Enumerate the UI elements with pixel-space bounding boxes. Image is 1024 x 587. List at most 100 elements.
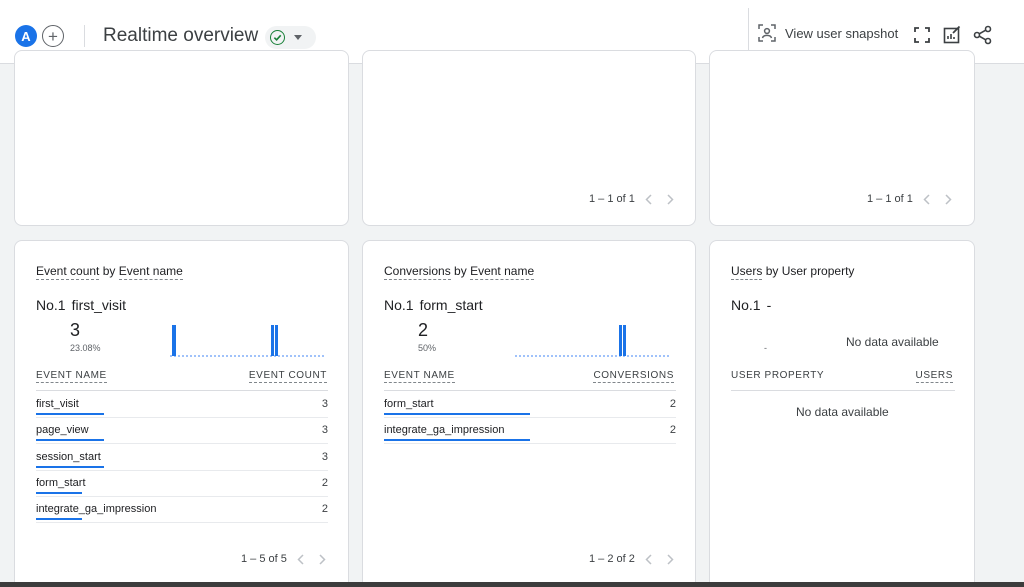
chevron-left-icon[interactable] bbox=[641, 193, 657, 205]
row-name[interactable]: session_start bbox=[36, 451, 101, 463]
column-header-user-property[interactable]: USER PROPERTY bbox=[731, 370, 824, 381]
top-item-percent: 50% bbox=[418, 343, 437, 353]
rank-label: No.1 bbox=[731, 297, 761, 313]
table-row[interactable]: integrate_ga_impression 2 bbox=[384, 418, 676, 445]
chevron-right-icon[interactable] bbox=[315, 553, 331, 565]
row-name[interactable]: first_visit bbox=[36, 398, 79, 410]
card-top-middle: 1 – 1 of 1 bbox=[362, 50, 696, 226]
row-name[interactable]: page_view bbox=[36, 424, 89, 436]
row-value: 2 bbox=[321, 476, 328, 489]
row-name[interactable]: integrate_ga_impression bbox=[36, 503, 156, 515]
pager: 1 – 1 of 1 bbox=[589, 193, 679, 205]
title-by: by bbox=[765, 264, 779, 278]
table-row[interactable]: form_start 2 bbox=[36, 471, 328, 497]
column-header-event-name[interactable]: EVENT NAME bbox=[384, 370, 455, 383]
no-data-message: No data available bbox=[846, 335, 939, 349]
chevron-left-icon[interactable] bbox=[919, 193, 935, 205]
header-divider bbox=[731, 390, 955, 391]
plus-icon: + bbox=[48, 26, 58, 46]
row-name[interactable]: form_start bbox=[36, 477, 86, 489]
chevron-right-icon[interactable] bbox=[941, 193, 957, 205]
column-header-conversions[interactable]: CONVERSIONS bbox=[593, 370, 674, 383]
page-title: Realtime overview bbox=[103, 25, 259, 46]
table-row[interactable]: integrate_ga_impression 2 bbox=[36, 497, 328, 524]
top-item-name: first_visit bbox=[71, 297, 127, 313]
placeholder-dash: - bbox=[764, 343, 767, 353]
table-row[interactable]: first_visit 3 bbox=[36, 392, 328, 418]
row-value: 2 bbox=[669, 398, 676, 410]
row-value: 3 bbox=[321, 398, 328, 410]
customize-report-icon[interactable] bbox=[942, 25, 962, 45]
users-by-property-card: Users by User property No.1- - No data a… bbox=[709, 240, 975, 587]
row-share-bar bbox=[384, 439, 530, 442]
chevron-left-icon[interactable] bbox=[641, 553, 657, 565]
row-name[interactable]: form_start bbox=[384, 398, 434, 410]
title-by: by bbox=[454, 264, 467, 278]
column-header-event-name[interactable]: EVENT NAME bbox=[36, 370, 107, 383]
pager-text: 1 – 1 of 1 bbox=[867, 193, 913, 205]
row-divider bbox=[384, 443, 676, 445]
pager: 1 – 5 of 5 bbox=[241, 553, 331, 565]
top-item-percent: 23.08% bbox=[70, 343, 101, 353]
card-top-left bbox=[14, 50, 349, 226]
rank-label: No.1 bbox=[384, 297, 414, 313]
header-divider bbox=[84, 25, 85, 47]
metric-selector[interactable]: Conversions bbox=[384, 264, 451, 280]
pager-text: 1 – 2 of 2 bbox=[589, 553, 635, 565]
header-divider bbox=[384, 390, 676, 391]
account-avatar[interactable]: A bbox=[15, 25, 37, 47]
row-divider bbox=[36, 522, 328, 524]
dimension-selector[interactable]: User property bbox=[782, 264, 855, 278]
row-value: 2 bbox=[321, 503, 328, 516]
table-row[interactable]: page_view 3 bbox=[36, 418, 328, 445]
rank-label: No.1 bbox=[36, 297, 66, 313]
no-data-table-message: No data available bbox=[796, 405, 889, 419]
chevron-down-icon bbox=[294, 35, 302, 40]
pager-text: 1 – 5 of 5 bbox=[241, 553, 287, 565]
toolbar-divider bbox=[748, 8, 749, 56]
top-strip bbox=[0, 0, 560, 3]
dimension-selector[interactable]: Event name bbox=[118, 264, 183, 280]
add-comparison-button[interactable]: + bbox=[42, 25, 64, 47]
check-icon bbox=[270, 30, 285, 45]
top-item-name: form_start bbox=[419, 297, 483, 313]
top-item-name: - bbox=[766, 297, 772, 313]
header-divider bbox=[36, 390, 328, 391]
top-item-value: 3 bbox=[70, 320, 81, 340]
sparkline-chart bbox=[170, 325, 325, 357]
view-user-snapshot-label: View user snapshot bbox=[785, 25, 899, 41]
row-value: 2 bbox=[669, 424, 676, 437]
row-share-bar bbox=[36, 439, 104, 442]
top-item-headline: No.1 form_start bbox=[384, 297, 483, 313]
row-share-bar bbox=[384, 413, 530, 415]
row-value: 3 bbox=[321, 424, 328, 437]
metric-selector[interactable]: Users bbox=[731, 264, 763, 280]
dimension-selector[interactable]: Event name bbox=[470, 264, 535, 280]
title-by: by bbox=[102, 264, 116, 278]
chevron-right-icon[interactable] bbox=[663, 193, 679, 205]
data-status-dropdown[interactable] bbox=[265, 26, 316, 49]
user-snapshot-icon bbox=[758, 24, 776, 42]
row-value: 3 bbox=[321, 450, 328, 463]
row-share-bar bbox=[36, 413, 104, 415]
chevron-left-icon[interactable] bbox=[293, 553, 309, 565]
table-row[interactable]: session_start 3 bbox=[36, 445, 328, 471]
fullscreen-icon[interactable] bbox=[912, 25, 932, 45]
top-item-headline: No.1- bbox=[731, 297, 771, 313]
column-header-event-count[interactable]: EVENT COUNT bbox=[248, 370, 327, 383]
row-share-bar bbox=[36, 518, 82, 521]
card-title: Users by User property bbox=[731, 264, 855, 280]
row-name[interactable]: integrate_ga_impression bbox=[384, 424, 504, 436]
card-title: Event count by Event name bbox=[36, 264, 183, 280]
top-item-headline: No.1 first_visit bbox=[36, 297, 126, 313]
share-icon[interactable] bbox=[973, 25, 993, 45]
event-count-card: Event count by Event name No.1 first_visi… bbox=[14, 240, 349, 587]
view-user-snapshot-button[interactable]: View user snapshot bbox=[758, 24, 898, 42]
pager: 1 – 1 of 1 bbox=[867, 193, 957, 205]
bottom-edge bbox=[0, 582, 1024, 587]
column-header-users[interactable]: USERS bbox=[915, 370, 953, 383]
row-share-bar bbox=[36, 465, 104, 468]
chevron-right-icon[interactable] bbox=[663, 553, 679, 565]
metric-selector[interactable]: Event count bbox=[36, 264, 100, 280]
table-row[interactable]: form_start 2 bbox=[384, 392, 676, 418]
